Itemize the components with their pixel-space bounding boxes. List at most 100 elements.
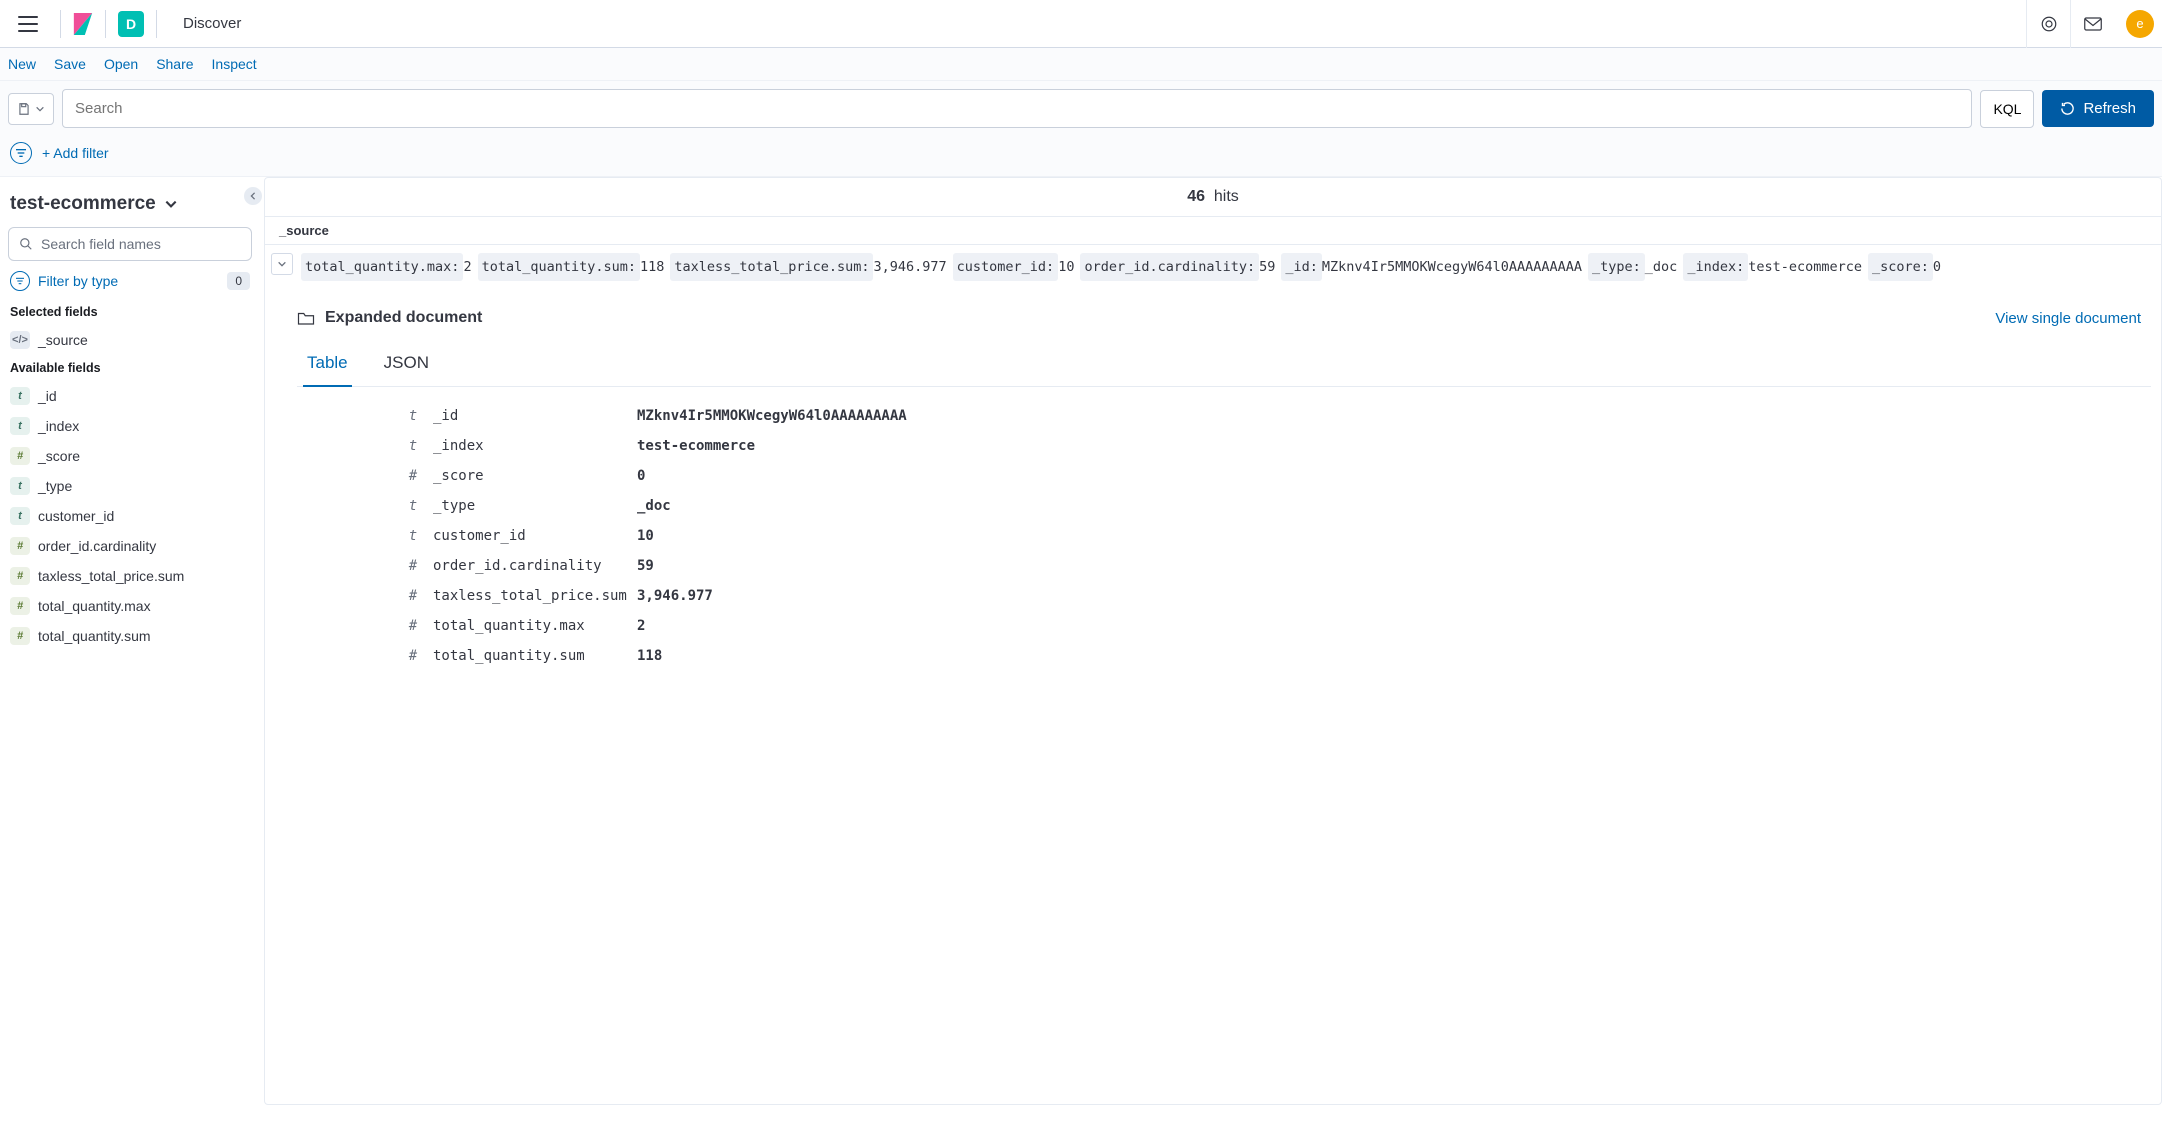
saved-queries-button[interactable]: [8, 93, 54, 125]
menu-icon[interactable]: [18, 16, 38, 32]
field-item[interactable]: #total_quantity.max: [8, 591, 252, 621]
doc-table-row[interactable]: t_indextest-ecommerce: [407, 431, 2151, 461]
app-badge[interactable]: D: [118, 11, 144, 37]
field-item[interactable]: </> _source: [8, 325, 252, 355]
hits-count: 46: [1187, 188, 1205, 205]
index-pattern-selector[interactable]: test-ecommerce: [8, 187, 252, 227]
index-pattern-label: test-ecommerce: [10, 193, 156, 215]
field-value: 118: [637, 648, 662, 664]
source-value: _doc: [1645, 254, 1678, 280]
doc-table-row[interactable]: #total_quantity.sum118: [407, 641, 2151, 671]
field-item[interactable]: t_type: [8, 471, 252, 501]
field-item[interactable]: t customer_id: [8, 501, 252, 531]
chevron-down-icon: [164, 197, 178, 211]
collapse-sidebar-icon[interactable]: [244, 187, 262, 205]
field-search-input[interactable]: Search field names: [8, 227, 252, 261]
doc-table-row[interactable]: tcustomer_id10: [407, 521, 2151, 551]
source-value: 59: [1259, 254, 1275, 280]
newsfeed-icon[interactable]: [2026, 0, 2070, 48]
field-item[interactable]: # _score: [8, 441, 252, 471]
filter-bar: + Add filter: [0, 136, 2162, 177]
kibana-logo-icon[interactable]: [73, 13, 93, 35]
source-key: total_quantity.max:: [301, 253, 463, 281]
source-value: 10: [1058, 254, 1074, 280]
divider: [60, 10, 61, 38]
text-type-icon: t: [10, 387, 30, 405]
field-value: 59: [637, 558, 654, 574]
field-type-icon: t: [407, 528, 419, 544]
source-key: _score:: [1868, 253, 1933, 281]
subnav-open[interactable]: Open: [104, 56, 138, 72]
field-item[interactable]: t_id: [8, 381, 252, 411]
field-value: 3,946.977: [637, 588, 713, 604]
field-value: _doc: [637, 498, 671, 514]
doc-table-row[interactable]: #taxless_total_price.sum3,946.977: [407, 581, 2151, 611]
header-right: e: [2026, 0, 2154, 48]
header-left: D Discover: [8, 10, 241, 38]
tab-json[interactable]: JSON: [380, 341, 433, 386]
field-type-icon: #: [407, 558, 419, 574]
doc-table-row[interactable]: #total_quantity.max2: [407, 611, 2151, 641]
text-type-icon: t: [10, 507, 30, 525]
subnav-inspect[interactable]: Inspect: [212, 56, 257, 72]
field-value: 10: [637, 528, 654, 544]
field-key: total_quantity.sum: [433, 648, 623, 664]
divider: [156, 10, 157, 38]
source-value: 0: [1933, 254, 1941, 280]
divider: [105, 10, 106, 38]
field-key: _score: [433, 468, 623, 484]
subnav-new[interactable]: New: [8, 56, 36, 72]
subnav-share[interactable]: Share: [156, 56, 193, 72]
field-name: taxless_total_price.sum: [38, 568, 184, 584]
field-item[interactable]: #taxless_total_price.sum: [8, 561, 252, 591]
chevron-down-icon: [35, 104, 45, 114]
field-key: _index: [433, 438, 623, 454]
doc-table-row[interactable]: #_score0: [407, 461, 2151, 491]
field-item[interactable]: t_index: [8, 411, 252, 441]
expand-row-toggle[interactable]: [271, 253, 293, 275]
doc-table-row[interactable]: # order_id.cardinality 59: [407, 551, 2151, 581]
query-bar: KQL Refresh: [0, 81, 2162, 136]
field-name: customer_id: [38, 508, 114, 524]
field-key: _type: [433, 498, 623, 514]
source-column-header[interactable]: _source: [265, 216, 2161, 245]
query-input[interactable]: [62, 89, 1972, 128]
source-value: 118: [640, 254, 664, 280]
kql-toggle[interactable]: KQL: [1980, 90, 2034, 128]
filter-by-type-label: Filter by type: [38, 273, 118, 289]
available-fields-header: Available fields: [8, 355, 252, 381]
field-item[interactable]: #total_quantity.sum: [8, 621, 252, 651]
field-type-icon: t: [407, 408, 419, 424]
source-summary: total_quantity.max: 2 total_quantity.sum…: [301, 253, 2155, 281]
filter-menu-icon[interactable]: [10, 142, 32, 164]
source-type-icon: </>: [10, 331, 30, 349]
field-value: 2: [637, 618, 645, 634]
field-value: MZknv4Ir5MMOKWcegyW64l0AAAAAAAAA: [637, 408, 907, 424]
refresh-button[interactable]: Refresh: [2042, 90, 2154, 127]
field-search-placeholder: Search field names: [41, 236, 161, 252]
source-key: total_quantity.sum:: [478, 253, 640, 281]
number-type-icon: #: [10, 447, 30, 465]
user-avatar[interactable]: e: [2126, 10, 2154, 38]
filter-by-type-button[interactable]: Filter by type 0: [8, 261, 252, 299]
doc-table-row[interactable]: t_idMZknv4Ir5MMOKWcegyW64l0AAAAAAAAA: [407, 401, 2151, 431]
refresh-icon: [2060, 101, 2075, 116]
subnav-save[interactable]: Save: [54, 56, 86, 72]
mail-icon[interactable]: [2070, 0, 2114, 48]
source-key: customer_id:: [953, 253, 1059, 281]
tab-table[interactable]: Table: [303, 341, 352, 387]
source-key: _id:: [1281, 253, 1322, 281]
field-name: _source: [38, 332, 88, 348]
field-key: order_id.cardinality: [433, 558, 623, 574]
doc-table-row[interactable]: t_type_doc: [407, 491, 2151, 521]
field-name: total_quantity.sum: [38, 628, 151, 644]
view-single-document-link[interactable]: View single document: [1995, 310, 2141, 327]
add-filter-button[interactable]: + Add filter: [42, 145, 109, 161]
folder-open-icon: [297, 310, 315, 326]
field-item[interactable]: #order_id.cardinality: [8, 531, 252, 561]
field-name: _score: [38, 448, 80, 464]
filter-icon: [10, 271, 30, 291]
source-key: order_id.cardinality:: [1080, 253, 1259, 281]
expanded-document: Expanded document View single document T…: [265, 295, 2161, 695]
source-key: _type:: [1588, 253, 1645, 281]
